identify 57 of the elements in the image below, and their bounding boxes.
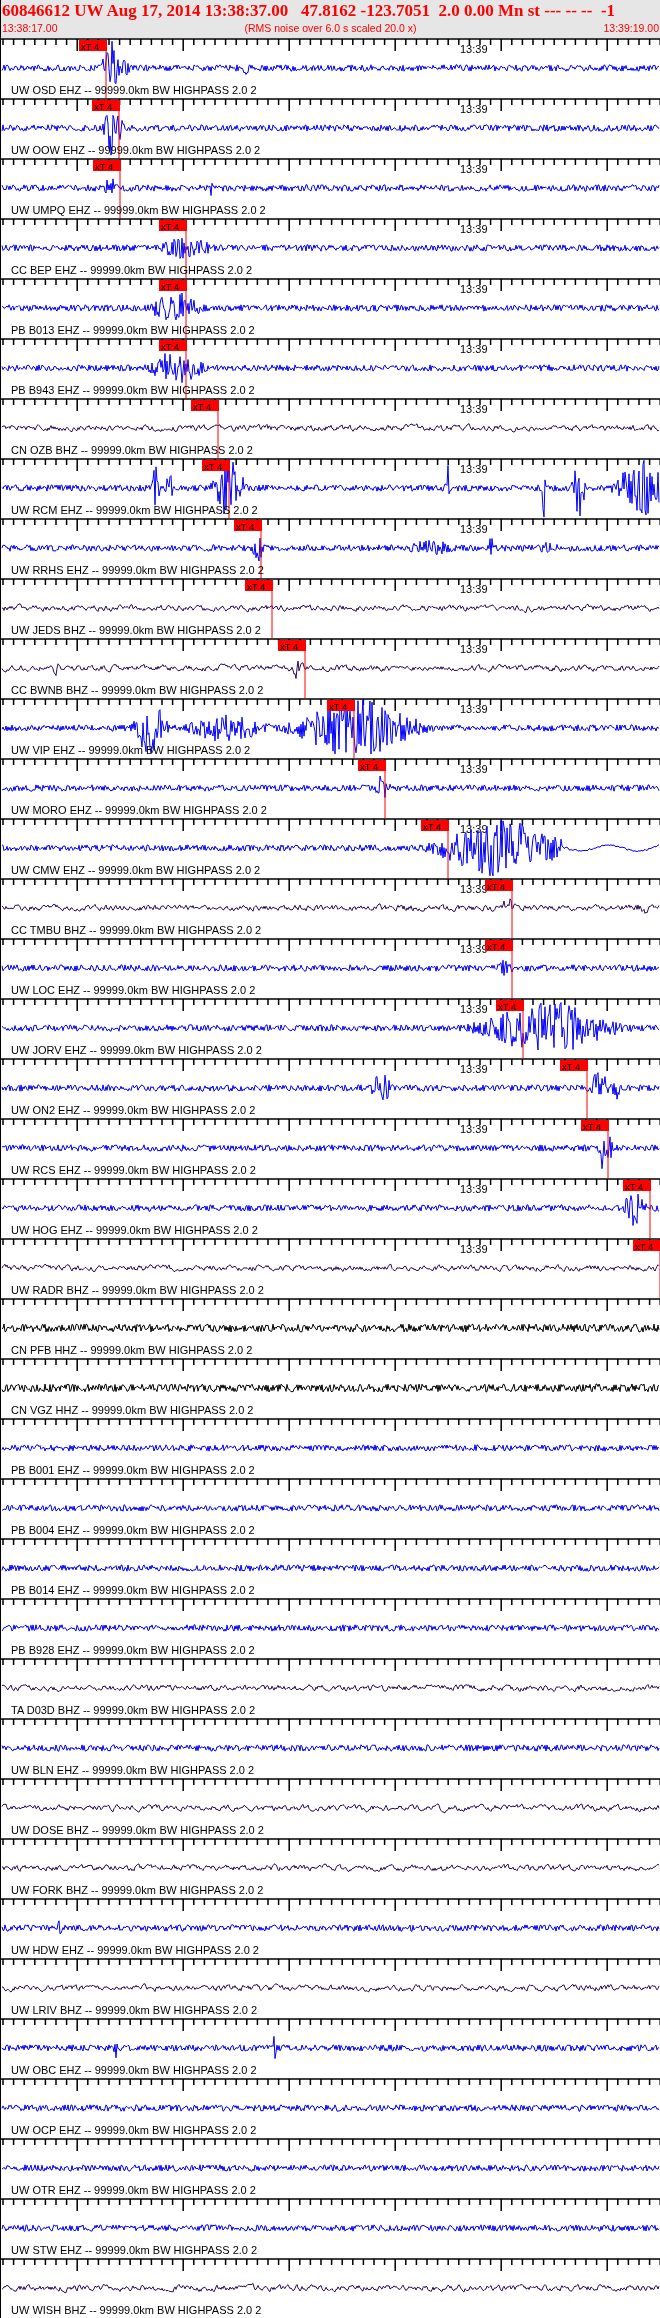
time-label: 13:39 <box>460 163 488 175</box>
time-label: 13:39 <box>460 1063 488 1075</box>
station-label: UW MORO EHZ -- 99999.0km BW HIGHPASS 2.0 2 <box>11 804 267 816</box>
time-label: 13:39 <box>460 463 488 475</box>
station-label: UW JORV EHZ -- 99999.0km BW HIGHPASS 2.0 2 <box>11 1044 262 1056</box>
station-label: CC TMBU BHZ -- 99999.0km BW HIGHPASS 2.0 2 <box>11 924 262 936</box>
station-label: UW RCS EHZ -- 99999.0km BW HIGHPASS 2.0 2 <box>11 1164 256 1176</box>
station-label: CC BEP EHZ -- 99999.0km BW HIGHPASS 2.0 2 <box>11 264 253 276</box>
station-label: TA D03D BHZ -- 99999.0km BW HIGHPASS 2.0 2 <box>11 1704 256 1716</box>
station-label: UW WISH BHZ -- 99999.0km BW HIGHPASS 2.0 2 <box>11 2304 262 2316</box>
station-label: PB B014 EHZ -- 99999.0km BW HIGHPASS 2.0 2 <box>11 1584 255 1596</box>
station-label: UW OBC EHZ -- 99999.0km BW HIGHPASS 2.0 2 <box>11 2064 257 2076</box>
station-label: UW LRIV BHZ -- 99999.0km BW HIGHPASS 2.0 2 <box>11 2004 258 2016</box>
station-label: UW ON2 EHZ -- 99999.0km BW HIGHPASS 2.0 2 <box>11 1104 256 1116</box>
station-label: UW OSD EHZ -- 99999.0km BW HIGHPASS 2.0 2 <box>11 84 257 96</box>
time-label: 13:39 <box>460 703 488 715</box>
station-label: CC BWNB BHZ -- 99999.0km BW HIGHPASS 2.0 2 <box>11 684 264 696</box>
start-time: 13:38:17.00 <box>2 21 58 35</box>
station-label: PB B001 EHZ -- 99999.0km BW HIGHPASS 2.0 2 <box>11 1464 255 1476</box>
time-label: 13:39 <box>460 343 488 355</box>
station-label: UW HDW EHZ -- 99999.0km BW HIGHPASS 2.0 2 <box>11 1944 259 1956</box>
scale-note: (RMS noise over 6.0 s scaled 20.0 x) <box>244 21 417 35</box>
time-label: 13:39 <box>460 763 488 775</box>
station-label: UW FORK BHZ -- 99999.0km BW HIGHPASS 2.0 2 <box>11 1884 264 1896</box>
station-label: PB B004 EHZ -- 99999.0km BW HIGHPASS 2.0 2 <box>11 1524 255 1536</box>
event-title: 60846612 UW Aug 17, 2014 13:38:37.00 47.8162 -123.7051 2.0 0.00 Mn st --- -- -- -1 <box>2 1 617 21</box>
time-label: 13:39 <box>460 583 488 595</box>
time-label: 13:39 <box>460 223 488 235</box>
time-label: 13:39 <box>460 43 488 55</box>
time-label: 13:39 <box>460 643 488 655</box>
station-label: UW JEDS BHZ -- 99999.0km BW HIGHPASS 2.0 2 <box>11 624 261 636</box>
station-label: CN PFB HHZ -- 99999.0km BW HIGHPASS 2.0 2 <box>11 1344 253 1356</box>
station-label: UW LOC EHZ -- 99999.0km BW HIGHPASS 2.0 2 <box>11 984 256 996</box>
station-label: UW UMPQ EHZ -- 99999.0km BW HIGHPASS 2.0 2 <box>11 204 266 216</box>
station-label: UW CMW EHZ -- 99999.0km BW HIGHPASS 2.0 2 <box>11 864 261 876</box>
time-label: 13:39 <box>460 1123 488 1135</box>
station-label: PB B013 EHZ -- 99999.0km BW HIGHPASS 2.0 2 <box>11 324 255 336</box>
time-label: 13:39 <box>460 103 488 115</box>
time-label: 13:39 <box>460 1243 488 1255</box>
station-label: PB B943 EHZ -- 99999.0km BW HIGHPASS 2.0 2 <box>11 384 255 396</box>
time-label: 13:39 <box>460 283 488 295</box>
time-label: 13:39 <box>460 1183 488 1195</box>
station-label: PB B928 EHZ -- 99999.0km BW HIGHPASS 2.0 2 <box>11 1644 255 1656</box>
station-label: UW DOSE BHZ -- 99999.0km BW HIGHPASS 2.0 2 <box>11 1824 264 1836</box>
station-label: UW OTR EHZ -- 99999.0km BW HIGHPASS 2.0 2 <box>11 2184 256 2196</box>
station-label: UW RADR BHZ -- 99999.0km BW HIGHPASS 2.0 2 <box>11 1284 264 1296</box>
time-label: 13:39 <box>460 403 488 415</box>
time-label: 13:39 <box>460 523 488 535</box>
station-label: CN VGZ HHZ -- 99999.0km BW HIGHPASS 2.0 2 <box>11 1404 254 1416</box>
station-label: UW RRHS EHZ -- 99999.0km BW HIGHPASS 2.0 2 <box>11 564 264 576</box>
end-time: 13:39:19.00 <box>603 21 659 35</box>
station-label: UW HOG EHZ -- 99999.0km BW HIGHPASS 2.0 2 <box>11 1224 258 1236</box>
station-label: UW OCP EHZ -- 99999.0km BW HIGHPASS 2.0 2 <box>11 2124 257 2136</box>
station-label: UW STW EHZ -- 99999.0km BW HIGHPASS 2.0 2 <box>11 2244 258 2256</box>
station-label: UW BLN EHZ -- 99999.0km BW HIGHPASS 2.0 2 <box>11 1764 255 1776</box>
station-label: CN OZB BHZ -- 99999.0km BW HIGHPASS 2.0 2 <box>11 444 253 456</box>
time-label: 13:39 <box>460 1003 488 1015</box>
